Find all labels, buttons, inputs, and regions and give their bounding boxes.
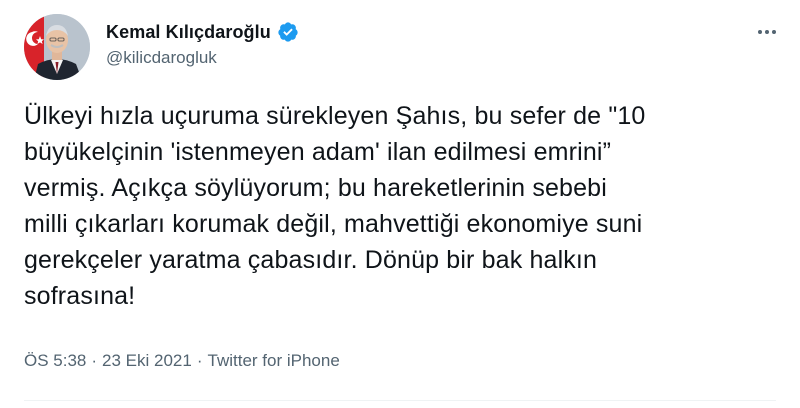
verified-badge-icon (277, 21, 299, 43)
tweet-card: Kemal Kılıçdaroğlu @kilicdarogluk Ülkeyi… (0, 0, 800, 408)
author-handle[interactable]: @kilicdarogluk (106, 48, 299, 68)
author-name-row: Kemal Kılıçdaroğlu (106, 20, 299, 44)
more-options-icon[interactable] (754, 22, 780, 42)
avatar[interactable] (24, 14, 90, 80)
meta-separator: · (196, 351, 203, 370)
tweet-text: Ülkeyi hızla uçuruma sürekleyen Şahıs, b… (24, 102, 646, 310)
tweet-time[interactable]: ÖS 5:38 (24, 351, 86, 371)
divider (24, 400, 776, 401)
tweet-date[interactable]: 23 Eki 2021 (102, 351, 192, 371)
tweet-source[interactable]: Twitter for iPhone (208, 351, 340, 371)
author-display-name[interactable]: Kemal Kılıçdaroğlu (106, 22, 271, 43)
author-info: Kemal Kılıçdaroğlu @kilicdarogluk (106, 20, 299, 68)
avatar-portrait-icon (24, 14, 90, 80)
tweet-meta: ÖS 5:38 · 23 Eki 2021 · Twitter for iPho… (24, 351, 340, 371)
meta-separator: · (91, 351, 98, 370)
